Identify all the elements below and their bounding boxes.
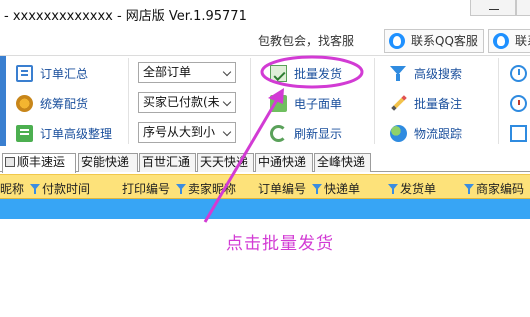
refresh-display-button[interactable]: 刷新显示 (270, 122, 342, 144)
batch-ship-button[interactable]: 批量发货 (270, 62, 342, 84)
refresh-display-label: 刷新显示 (294, 126, 343, 141)
column-header[interactable]: 付款时间 (30, 180, 90, 197)
refresh-icon (270, 124, 287, 142)
edit-tool-button[interactable] (510, 122, 530, 144)
batch-note-label: 批量备注 (414, 96, 463, 111)
advanced-search-label: 高级搜索 (414, 66, 463, 81)
filter-icon (388, 183, 398, 194)
waybill-icon (270, 94, 287, 112)
order-organize-icon (16, 124, 33, 142)
maximize-button[interactable] (516, 0, 530, 16)
tab-zhongtong[interactable]: 中通快递 (255, 153, 313, 172)
clock-tool-button[interactable] (510, 62, 530, 84)
column-label: 卖家昵称 (188, 182, 237, 196)
globe-icon (390, 124, 407, 142)
tab-label: 中通快递 (258, 155, 307, 169)
table-header: 昵称 付款时间 打印编号 卖家昵称 订单编号 快递单 发货单 商家编码 (0, 174, 530, 199)
history-icon (510, 94, 527, 112)
column-label: 付款时间 (42, 182, 91, 196)
filter-icon (312, 183, 322, 194)
courier-tabs: 顺丰速运 安能快递 百世汇通 天天快递 中通快递 全峰快递 (0, 152, 530, 173)
left-panel-edge (0, 56, 6, 146)
toolbar-divider (374, 58, 375, 144)
annotation-instruction: 点击批量发货 (226, 234, 334, 254)
tab-label: 顺丰速运 (17, 155, 66, 169)
column-label: 商家编码 (476, 182, 525, 196)
batch-ship-label: 批量发货 (294, 66, 343, 81)
tab-icon (5, 157, 15, 167)
main-toolbar: 订单汇总 统筹配货 订单高级整理 全部订单 买家已付款(未 序号从大到小 批量发… (0, 55, 530, 147)
pencil-icon (390, 95, 407, 112)
column-header[interactable]: 订单编号 (258, 180, 306, 197)
column-label: 快递单 (324, 182, 361, 196)
advanced-search-button[interactable]: 高级搜索 (390, 62, 462, 84)
service-slogan: 包教包会，找客服 (258, 34, 355, 48)
tab-shunfeng[interactable]: 顺丰速运 (2, 153, 76, 173)
order-filter-select[interactable]: 全部订单 (138, 62, 236, 83)
batch-ship-icon (270, 64, 287, 82)
tab-label: 安能快递 (81, 155, 130, 169)
filter-icon (176, 183, 186, 194)
toolbar-divider (128, 58, 129, 144)
sort-order-value: 序号从大到小 (143, 125, 216, 139)
electronic-waybill-label: 电子面单 (294, 96, 343, 111)
order-status-select[interactable]: 买家已付款(未 (138, 92, 236, 113)
column-header[interactable]: 商家编码 (464, 180, 524, 197)
batch-note-button[interactable]: 批量备注 (390, 92, 462, 114)
column-header[interactable]: 打印编号 (122, 180, 170, 197)
service-bar: 包教包会，找客服 联系QQ客服 联系 (0, 28, 530, 54)
history-tool-button[interactable] (510, 92, 530, 114)
electronic-waybill-button[interactable]: 电子面单 (270, 92, 342, 114)
order-filter-value: 全部订单 (143, 65, 192, 79)
column-header[interactable]: 卖家昵称 (176, 180, 236, 197)
toolbar-divider (498, 58, 499, 144)
plan-allocation-label: 统筹配货 (40, 96, 89, 111)
order-advanced-organize-label: 订单高级整理 (40, 126, 113, 141)
title-bar: - xxxxxxxxxxxxx - 网店版 Ver.1.95771 (0, 0, 530, 28)
contact-qq-support-label: 联系QQ客服 (411, 34, 478, 48)
filter-icon (30, 183, 40, 194)
allocation-icon (16, 94, 33, 112)
qq-icon (389, 33, 405, 49)
edit-icon (510, 124, 527, 142)
column-label: 打印编号 (122, 182, 171, 196)
window-title: - xxxxxxxxxxxxx - 网店版 Ver.1.95771 (4, 9, 247, 24)
tab-label: 全峰快递 (317, 155, 366, 169)
tab-quanfeng[interactable]: 全峰快递 (314, 153, 371, 172)
minimize-button[interactable] (470, 0, 516, 16)
order-summary-icon (16, 64, 33, 82)
filter-icon (390, 65, 407, 82)
contact-qq-button-2[interactable]: 联系 (488, 29, 530, 53)
logistics-tracking-button[interactable]: 物流跟踪 (390, 122, 462, 144)
chevron-down-icon (220, 63, 235, 82)
order-summary-button[interactable]: 订单汇总 (16, 62, 88, 84)
column-header[interactable]: 快递单 (312, 180, 360, 197)
selected-table-row[interactable] (0, 199, 530, 219)
filter-icon (464, 183, 474, 194)
plan-allocation-button[interactable]: 统筹配货 (16, 92, 88, 114)
contact-qq-support-button[interactable]: 联系QQ客服 (384, 29, 484, 53)
logistics-tracking-label: 物流跟踪 (414, 126, 463, 141)
chevron-down-icon (220, 93, 235, 112)
column-header[interactable]: 发货单 (388, 180, 436, 197)
column-label: 昵称 (0, 182, 25, 196)
order-advanced-organize-button[interactable]: 订单高级整理 (16, 122, 112, 144)
tab-label: 百世汇通 (142, 155, 191, 169)
column-label: 订单编号 (258, 182, 307, 196)
sort-order-select[interactable]: 序号从大到小 (138, 122, 236, 143)
tab-baishi[interactable]: 百世汇通 (139, 153, 196, 172)
chevron-down-icon (220, 123, 235, 142)
column-label: 发货单 (400, 182, 437, 196)
qq-icon (493, 33, 509, 49)
tab-tiantian[interactable]: 天天快递 (197, 153, 254, 172)
tab-label: 天天快递 (200, 155, 249, 169)
order-summary-label: 订单汇总 (40, 66, 89, 81)
clock-icon (510, 64, 527, 82)
column-header[interactable]: 昵称 (0, 180, 24, 197)
order-status-value: 买家已付款(未 (143, 95, 220, 109)
tab-anneng[interactable]: 安能快递 (78, 153, 138, 172)
toolbar-divider (250, 58, 251, 144)
contact-qq-label-2: 联系 (515, 34, 530, 48)
